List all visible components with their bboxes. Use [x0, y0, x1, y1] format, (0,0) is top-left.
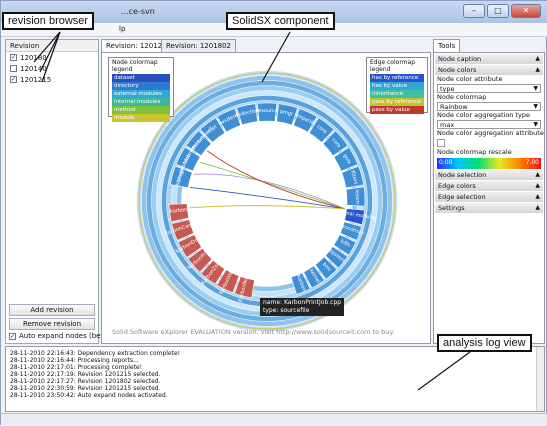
analysis-log[interactable]: 28-11-2010 22:16:43: Dependency extracti…: [5, 346, 545, 412]
section-label: Node colors: [438, 66, 477, 74]
auto-expand-toggle[interactable]: ✓ Auto expand nodes (beta): [9, 332, 110, 340]
edge-legend-item: pass by reference: [370, 98, 424, 106]
log-line: 28-11-2010 22:16:44: Processing reports.…: [10, 357, 139, 364]
node-tooltip: name: KarbonPrintJob.cpp type: sourcefil…: [260, 298, 345, 316]
node-legend-item: internal modules: [112, 98, 170, 106]
edge-colormap-legend: Edge colormap legend has by reference ha…: [366, 57, 428, 114]
node-legend-item: dataset: [112, 74, 170, 82]
app-window: ...ce-svn – □ ✕ lp Revision ✓ 120180 120…: [0, 0, 547, 426]
collapse-icon: ▲: [535, 171, 540, 178]
log-line: 28-11-2010 22:17:01: Processing complete…: [10, 364, 143, 371]
select-value: Rainbow: [440, 103, 468, 111]
revision-header: Revision: [6, 40, 98, 52]
revision-item[interactable]: 120140: [6, 63, 98, 74]
log-scrollbar[interactable]: [536, 347, 544, 411]
revision-label: 120140: [20, 64, 47, 73]
section-label: Node caption: [438, 55, 482, 63]
revision-checkbox[interactable]: [10, 65, 17, 72]
edge-legend-item: has by reference: [370, 74, 424, 82]
node-legend-title: Node colormap legend: [109, 58, 173, 74]
node-label[interactable]: resource: [256, 108, 278, 114]
node-legend-item: module: [112, 114, 170, 122]
agg-type-label: Node color aggregation type: [437, 111, 531, 119]
rescale-label: Node colormap rescale: [437, 148, 512, 156]
auto-expand-label: Auto expand nodes (beta): [19, 332, 111, 340]
node-legend-item: method: [112, 106, 170, 114]
tools-panel: Node caption ▲ Node colors ▲ Node color at…: [433, 52, 545, 344]
close-button[interactable]: ✕: [511, 4, 541, 18]
node-color-attribute-label: Node color attribute: [437, 75, 503, 83]
log-line: 28-11-2010 22:30:59: Revision 1201215 se…: [10, 385, 161, 392]
log-line: 28-11-2010 22:17:19: Revision 1201215 se…: [10, 371, 161, 378]
edge-legend-item: pass by value: [370, 106, 424, 114]
agg-attr-checkbox[interactable]: [437, 139, 445, 147]
section-label: Edge colors: [438, 182, 476, 190]
node-caption-section[interactable]: Node caption ▲: [435, 54, 543, 64]
revision-item[interactable]: ✓ 1201215: [6, 74, 98, 85]
node-colormap-select[interactable]: Rainbow ▼: [437, 102, 541, 111]
maximize-button[interactable]: □: [487, 4, 509, 18]
auto-expand-checkbox[interactable]: ✓: [9, 332, 16, 340]
collapse-icon: ▲: [535, 55, 540, 62]
tooltip-name: name: KarbonPrintJob.cpp: [263, 299, 342, 306]
node-selection-section[interactable]: Node selection ▲: [435, 170, 543, 180]
chevron-down-icon: ▼: [533, 103, 538, 110]
edge-selection-section[interactable]: Edge selection ▲: [435, 192, 543, 202]
minimize-button[interactable]: –: [463, 4, 485, 18]
revision-checkbox[interactable]: ✓: [10, 76, 17, 83]
node-legend-item: external modules: [112, 90, 170, 98]
node-colormap-legend: Node colormap legend dataset directory e…: [108, 57, 174, 122]
node-label[interactable]: lessm: [354, 189, 361, 204]
rescale-min: 0.00: [439, 159, 453, 166]
revision-label: 1201215: [20, 75, 52, 84]
chevron-down-icon: ▼: [533, 121, 538, 128]
node-legend-item: directory: [112, 82, 170, 90]
evaluation-watermark: Solid Software eXplorer EVALUATION versi…: [112, 328, 395, 336]
callout-revision-browser: revision browser: [2, 12, 95, 30]
node-colormap-label: Node colormap: [437, 93, 487, 101]
node-color-attribute-select[interactable]: type ▼: [437, 84, 541, 93]
collapse-icon: ▲: [535, 193, 540, 200]
add-revision-button[interactable]: Add revision: [9, 304, 95, 316]
tooltip-type: type: sourcefile: [263, 307, 310, 314]
chevron-down-icon: ▼: [533, 85, 538, 92]
edge-legend-item: has by value: [370, 82, 424, 90]
callout-analysis-log-view: analysis log view: [437, 334, 532, 352]
agg-attr-label: Node color aggregation attribute: [437, 129, 544, 137]
tab-revision-1201802[interactable]: Revision: 1201802: [161, 39, 237, 52]
select-value: type: [440, 85, 455, 93]
select-value: max: [440, 121, 455, 129]
revision-item[interactable]: ✓ 120180: [6, 52, 98, 63]
log-line: 28-11-2010 22:17:27: Revision 1201802 se…: [10, 378, 161, 385]
collapse-icon: ▲: [535, 182, 540, 189]
collapse-icon: ▲: [535, 204, 540, 211]
section-label: Settings: [438, 204, 465, 212]
solidsx-canvas[interactable]: bitmap blob socket scpl wxdesk collection reso…: [101, 52, 431, 344]
edge-legend-item: inheritance: [370, 90, 424, 98]
status-bar: [1, 413, 547, 426]
remove-revision-button[interactable]: Remove revision: [9, 318, 95, 330]
window-title: ...ce-svn: [121, 7, 155, 16]
agg-type-select[interactable]: max ▼: [437, 120, 541, 129]
section-label: Node selection: [438, 171, 487, 179]
section-label: Edge selection: [438, 193, 486, 201]
tab-tools[interactable]: Tools: [433, 39, 461, 52]
edge-legend-title: Edge colormap legend: [367, 58, 427, 74]
rescale-max: 7.00: [525, 159, 539, 166]
log-line: 28-11-2010 23:50:42: Auto expand nodes a…: [10, 392, 168, 399]
menu-item-help[interactable]: lp: [119, 25, 125, 33]
revision-label: 120180: [20, 53, 47, 62]
callout-solidsx-component: SolidSX component: [226, 12, 335, 30]
revision-checkbox[interactable]: ✓: [10, 54, 17, 61]
node-colors-section[interactable]: Node colors ▲: [435, 65, 543, 75]
colormap-rescale-bar[interactable]: 0.00 7.00: [437, 158, 541, 169]
revision-browser: Revision ✓ 120180 120140 ✓ 1201215: [5, 39, 99, 344]
settings-section[interactable]: Settings ▲: [435, 203, 543, 213]
edge-colors-section[interactable]: Edge colors ▲: [435, 181, 543, 191]
collapse-icon: ▲: [535, 66, 540, 73]
